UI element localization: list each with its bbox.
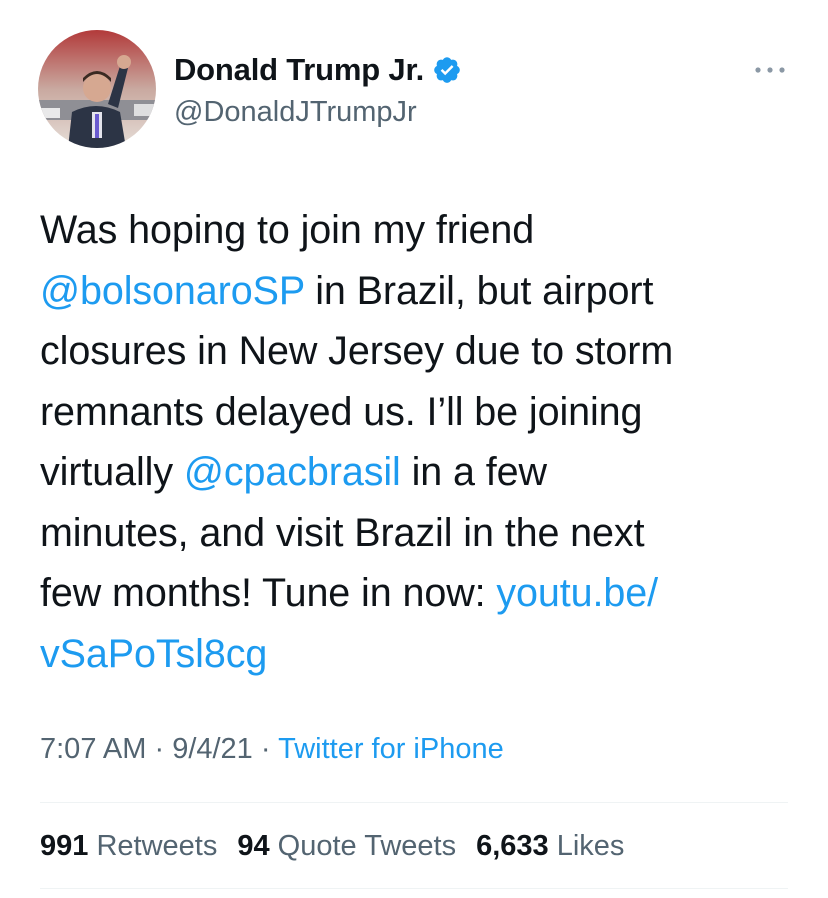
likes-count: 6,633: [476, 830, 549, 862]
profile-photo-icon: [38, 30, 156, 148]
tweet-text-segment: few months! Tune in now:: [40, 571, 497, 615]
tweet-text-segment: closures in New Jersey due to storm: [40, 329, 674, 373]
likes-stat[interactable]: 6,633 Likes: [476, 830, 624, 863]
tweet-text-segment: in a few: [400, 450, 547, 494]
tweet-text: Was hoping to join my friend @bolsonaroSP…: [40, 200, 800, 684]
divider: [40, 802, 788, 803]
verified-badge-icon: [432, 55, 462, 85]
tweet-time[interactable]: 7:07 AM: [40, 733, 146, 765]
tweet-text-line: vSaPoTsl8cg: [40, 624, 800, 685]
tweet-text-segment: virtually: [40, 450, 184, 494]
tweet-text-segment: in Brazil, but airport: [304, 268, 654, 313]
tweet-text-segment: Was hoping to join my friend: [40, 208, 535, 252]
likes-label: Likes: [556, 830, 625, 862]
tweet-text-line: minutes, and visit Brazil in the next: [40, 503, 800, 564]
more-options-icon[interactable]: [752, 60, 788, 80]
tweet-text-line: Was hoping to join my friend: [40, 200, 800, 261]
quote-tweets-label: Quote Tweets: [277, 830, 457, 862]
tweet-text-segment: remnants delayed us. I’ll be joining: [40, 389, 643, 434]
url-link[interactable]: vSaPoTsl8cg: [40, 632, 267, 676]
tweet-text-line: few months! Tune in now: youtu.be/: [40, 563, 800, 624]
author-handle[interactable]: @DonaldJTrumpJr: [174, 96, 417, 129]
meta-separator: ·: [252, 733, 279, 765]
author-display-name[interactable]: Donald Trump Jr.: [174, 52, 424, 88]
meta-separator: ·: [146, 733, 173, 765]
tweet-source-link[interactable]: Twitter for iPhone: [278, 733, 504, 765]
tweet-text-segment: minutes, and visit Brazil in the next: [40, 510, 645, 555]
divider: [40, 888, 788, 889]
author-avatar[interactable]: [38, 30, 156, 148]
tweet-stats: 991 Retweets 94 Quote Tweets 6,633 Likes: [40, 830, 624, 863]
author-name-row: Donald Trump Jr.: [174, 52, 462, 88]
quote-tweets-stat[interactable]: 94 Quote Tweets: [237, 830, 456, 863]
tweet-date[interactable]: 9/4/21: [172, 733, 253, 765]
mention-link[interactable]: @cpacbrasil: [184, 450, 401, 494]
tweet-text-line: virtually @cpacbrasil in a few: [40, 442, 800, 503]
tweet-text-line: closures in New Jersey due to storm: [40, 321, 800, 382]
retweets-stat[interactable]: 991 Retweets: [40, 830, 217, 863]
tweet-meta: 7:07 AM · 9/4/21 · Twitter for iPhone: [40, 733, 504, 766]
quote-tweets-count: 94: [237, 830, 270, 862]
tweet-card: Donald Trump Jr. @DonaldJTrumpJr Was hop…: [0, 0, 828, 898]
retweets-count: 991: [40, 830, 89, 862]
tweet-text-line: remnants delayed us. I’ll be joining: [40, 382, 800, 443]
url-link[interactable]: youtu.be/: [496, 571, 658, 615]
mention-link[interactable]: @bolsonaroSP: [40, 269, 304, 313]
tweet-text-line: @bolsonaroSP in Brazil, but airport: [40, 261, 800, 322]
retweets-label: Retweets: [96, 830, 218, 862]
